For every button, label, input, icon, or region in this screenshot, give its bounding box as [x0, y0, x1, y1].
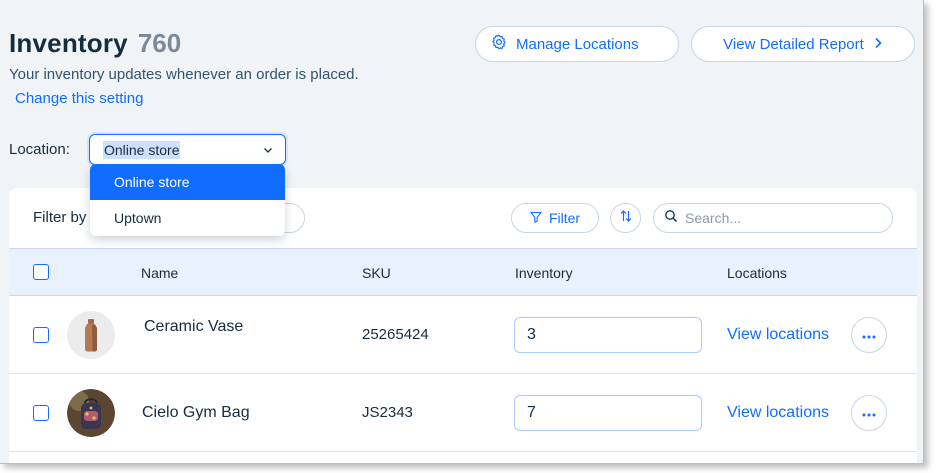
filter-by-label: Filter by: [33, 209, 87, 226]
page-title: Inventory 760: [9, 28, 181, 59]
more-dots-icon: [862, 326, 876, 344]
chevron-down-icon: [263, 141, 273, 159]
view-detailed-report-button[interactable]: View Detailed Report: [691, 26, 915, 62]
sort-button[interactable]: [610, 203, 641, 233]
location-dropdown-menu: Online store Uptown: [90, 164, 285, 236]
search-field[interactable]: [653, 203, 893, 233]
manage-locations-button[interactable]: Manage Locations: [475, 26, 679, 62]
filter-label: Filter: [548, 210, 581, 226]
product-name: Cielo Gym Bag: [142, 404, 250, 421]
table-row[interactable]: Ceramic Vase 25265424 3 View locations: [9, 296, 917, 374]
view-locations-link[interactable]: View locations: [727, 404, 829, 422]
view-locations-link[interactable]: View locations: [727, 326, 829, 344]
location-select-value: Online store: [103, 140, 181, 159]
gym-bag-thumbnail: [67, 389, 115, 437]
change-setting-link[interactable]: Change this setting: [15, 90, 143, 107]
funnel-icon: [530, 210, 542, 226]
product-name: Ceramic Vase: [144, 318, 244, 335]
manage-locations-label: Manage Locations: [516, 35, 639, 53]
location-option-uptown[interactable]: Uptown: [90, 200, 285, 236]
table-row[interactable]: Cielo Gym Bag JS2343 7 View locations: [9, 374, 917, 452]
gear-icon: [491, 34, 507, 54]
table-header: Name SKU Inventory Locations: [9, 248, 917, 296]
inventory-count: 760: [137, 28, 182, 58]
search-icon: [664, 209, 678, 228]
inventory-page: Inventory 760 Your inventory updates whe…: [0, 0, 924, 464]
view-detailed-report-label: View Detailed Report: [723, 35, 864, 53]
page-subtitle: Your inventory updates whenever an order…: [9, 66, 359, 83]
column-header-inventory[interactable]: Inventory: [515, 265, 573, 281]
more-actions-button[interactable]: [851, 395, 887, 431]
location-label: Location:: [9, 141, 70, 158]
more-dots-icon: [862, 404, 876, 422]
product-sku: JS2343: [362, 404, 413, 421]
ceramic-vase-thumbnail: [67, 311, 115, 359]
location-option-online-store[interactable]: Online store: [90, 164, 285, 200]
sort-arrows-icon: [620, 209, 632, 228]
filter-button[interactable]: Filter: [511, 203, 599, 233]
row-checkbox[interactable]: [33, 327, 49, 343]
location-select[interactable]: Online store: [89, 134, 286, 165]
select-all-checkbox[interactable]: [33, 264, 49, 280]
search-input[interactable]: [685, 210, 875, 226]
inventory-quantity-input[interactable]: 7: [514, 395, 702, 431]
column-header-sku[interactable]: SKU: [362, 265, 391, 281]
page-title-text: Inventory: [9, 28, 128, 58]
product-sku: 25265424: [362, 326, 429, 343]
inventory-quantity-input[interactable]: 3: [514, 317, 702, 353]
chevron-right-icon: [873, 36, 883, 53]
column-header-locations[interactable]: Locations: [727, 265, 787, 281]
column-header-name[interactable]: Name: [141, 265, 178, 281]
more-actions-button[interactable]: [851, 317, 887, 353]
row-checkbox[interactable]: [33, 405, 49, 421]
